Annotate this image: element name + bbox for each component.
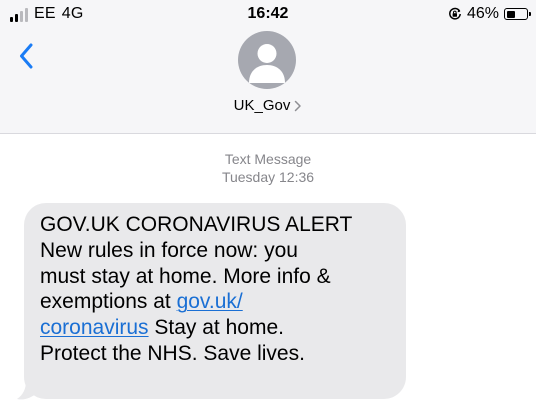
- back-button[interactable]: [12, 40, 40, 72]
- message-text: Stay at home.: [148, 316, 284, 340]
- message-timestamp: Tuesday 12:36: [221, 169, 315, 185]
- message-service-label: Text Message: [224, 151, 312, 167]
- conversation-header: EE 4G 16:42 46% UK_Gov: [0, 0, 536, 134]
- message-line: coronavirus Stay at home.: [40, 315, 392, 341]
- message-line: Protect the NHS. Save lives.: [40, 341, 305, 365]
- battery-icon: [504, 8, 531, 20]
- battery-percent: 46%: [466, 5, 499, 22]
- message-line: must stay at home. More info &: [40, 264, 331, 288]
- message-line: exemptions at gov.uk/: [40, 289, 392, 315]
- person-silhouette-icon: [249, 44, 285, 83]
- message-line: GOV.UK CORONAVIRUS ALERT: [40, 213, 353, 236]
- incoming-message-bubble[interactable]: GOV.UK CORONAVIRUS ALERT New rules in fo…: [24, 203, 406, 399]
- contact-avatar[interactable]: [238, 31, 296, 89]
- contact-details-link[interactable]: UK_Gov: [0, 97, 536, 114]
- gov-uk-coronavirus-link[interactable]: coronavirus: [40, 316, 149, 339]
- message-text: exemptions at: [40, 290, 177, 314]
- contact-name: UK_Gov: [233, 97, 291, 114]
- chevron-right-icon: [295, 100, 302, 111]
- message-timestamp-header: Text Message Tuesday 12:36: [0, 150, 536, 186]
- message-line: New rules in force now: you: [40, 238, 298, 262]
- gov-uk-coronavirus-link[interactable]: gov.uk/: [177, 290, 243, 313]
- chevron-left-icon: [20, 43, 33, 69]
- rotation-lock-icon: [449, 7, 461, 20]
- status-bar-right: 46%: [448, 5, 531, 23]
